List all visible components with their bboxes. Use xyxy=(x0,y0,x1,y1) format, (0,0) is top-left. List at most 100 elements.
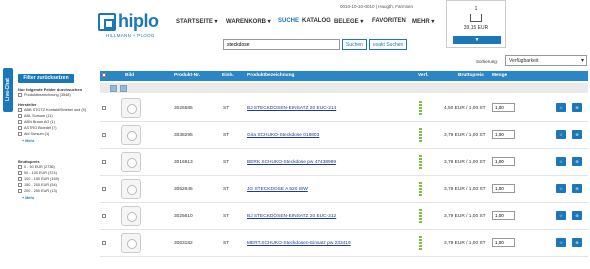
favorite-button[interactable]: ☆ xyxy=(556,157,566,166)
add-to-cart-button[interactable]: ⊕ xyxy=(572,130,582,139)
filter-preis-item[interactable]: 100 - 150 EUR (165) xyxy=(18,177,59,181)
quantity-input[interactable] xyxy=(492,130,515,139)
product-thumbnail[interactable] xyxy=(121,233,141,253)
checkbox[interactable] xyxy=(18,165,22,169)
exact-search-button[interactable]: exakt Suchen xyxy=(369,39,408,50)
checkbox[interactable] xyxy=(18,126,22,130)
product-number: 3052645 xyxy=(174,187,193,192)
checkbox[interactable] xyxy=(18,189,22,193)
product-link[interactable]: BJ STECKDOSEN-EINSATZ 20 EUC-212 xyxy=(247,214,336,219)
live-chat-tab[interactable]: Live-Chat xyxy=(3,68,13,112)
col-bruttopreis[interactable]: Bruttopreis xyxy=(458,73,484,78)
quantity-input[interactable] xyxy=(492,157,515,166)
hersteller-more-link[interactable]: + Mehr xyxy=(22,139,34,143)
row-checkbox[interactable] xyxy=(102,133,106,137)
nav-belege[interactable]: BELEGE ▾ xyxy=(334,18,363,25)
table-row: 3052645 ST JG STECKDOSE A 520 WW 3,79 EU… xyxy=(100,176,588,203)
row-checkbox[interactable] xyxy=(102,241,106,245)
row-checkbox[interactable] xyxy=(102,106,106,110)
quantity-input[interactable] xyxy=(492,211,515,220)
row-checkbox[interactable] xyxy=(102,214,106,218)
favorite-button[interactable]: ☆ xyxy=(556,238,566,247)
add-to-cart-button[interactable]: ⊕ xyxy=(572,184,582,193)
product-price: 3,79 EUR / 1,00 ST xyxy=(444,214,486,219)
filter-hersteller-item[interactable]: Abl Sursum (1) xyxy=(18,132,49,136)
favorite-button[interactable]: ☆ xyxy=(556,211,566,220)
arrow-left-icon[interactable] xyxy=(110,85,117,92)
product-thumbnail[interactable] xyxy=(121,179,141,199)
product-unit: ST xyxy=(223,241,230,246)
product-price: 3,79 EUR / 1,00 ST xyxy=(444,160,486,165)
preis-more-link[interactable]: + Mehr xyxy=(22,196,34,200)
checkbox[interactable] xyxy=(18,120,22,124)
product-thumbnail[interactable] xyxy=(121,206,141,226)
quantity-input[interactable] xyxy=(492,238,515,247)
availability-icon xyxy=(419,182,422,196)
checkbox[interactable] xyxy=(18,93,22,97)
product-link[interactable]: JG STECKDOSE A 520 WW xyxy=(247,187,308,192)
select-all-checkbox[interactable] xyxy=(102,73,106,77)
filter-preis-item[interactable]: 150 - 200 EUR (54) xyxy=(18,183,57,187)
nav-favoriten[interactable]: FAVORITEN xyxy=(372,18,406,24)
search-button[interactable]: Suchen xyxy=(342,39,367,50)
quantity-input[interactable] xyxy=(492,184,515,193)
nav-warenkorb[interactable]: WARENKORB ▾ xyxy=(226,18,271,25)
product-unit: ST xyxy=(223,160,230,165)
nav-mehr[interactable]: MEHR ▾ xyxy=(412,18,434,25)
checkbox[interactable] xyxy=(18,114,22,118)
nav-katalog[interactable]: KATALOG xyxy=(302,18,331,24)
brand-logo[interactable]: hiplo xyxy=(118,11,159,32)
add-to-cart-button[interactable]: ⊕ xyxy=(572,238,582,247)
nav-startseite[interactable]: STARTSEITE ▾ xyxy=(176,18,218,25)
filter-preis-item[interactable]: 0 - 50 EUR (2736) xyxy=(18,165,55,169)
favorite-button[interactable]: ☆ xyxy=(556,103,566,112)
add-to-cart-button[interactable]: ⊕ xyxy=(572,157,582,166)
cart-dropdown-button[interactable]: ▼ xyxy=(453,36,501,44)
col-verfuegbarkeit[interactable]: Verf. xyxy=(418,73,428,78)
add-to-cart-icon[interactable] xyxy=(120,85,127,92)
product-link[interactable]: Gira SCHUKO-Steckdose 018803 xyxy=(247,133,319,138)
availability-icon xyxy=(419,101,422,115)
search-input[interactable] xyxy=(223,39,340,50)
filter-hersteller-title: Hersteller xyxy=(18,102,37,107)
availability-icon xyxy=(419,209,422,223)
product-link[interactable]: MERT.SCHUKO-Steckdosen-Einsatz pw 233419 xyxy=(247,241,351,246)
filter-hersteller-item[interactable]: ABL Sursum (11) xyxy=(18,114,53,118)
col-produkt-nr[interactable]: Produkt-Nr. xyxy=(174,73,200,78)
favorite-button[interactable]: ☆ xyxy=(556,184,566,193)
product-thumbnail[interactable] xyxy=(121,152,141,172)
product-price: 4,50 EUR / 1,00 ST xyxy=(444,106,486,111)
favorite-button[interactable]: ☆ xyxy=(556,130,566,139)
filter-hersteller-item[interactable]: ABN Braun AG (1) xyxy=(18,120,55,124)
quantity-input[interactable] xyxy=(492,103,515,112)
add-to-cart-button[interactable]: ⊕ xyxy=(572,103,582,112)
row-checkbox[interactable] xyxy=(102,160,106,164)
filter-preis-item[interactable]: 200 - 250 EUR (13) xyxy=(18,189,57,193)
product-thumbnail[interactable] xyxy=(121,125,141,145)
row-checkbox[interactable] xyxy=(102,187,106,191)
checkbox[interactable] xyxy=(18,132,22,136)
filter-reset-button[interactable]: Filter zurücksetzen xyxy=(18,74,74,83)
add-to-cart-button[interactable]: ⊕ xyxy=(572,211,582,220)
filter-hersteller-item[interactable]: ABB STOTZ Kontakt/Striebel und (5) xyxy=(18,108,86,112)
product-thumbnail[interactable] xyxy=(121,98,141,118)
checkbox[interactable] xyxy=(18,171,22,175)
sort-select[interactable]: Verfügbarkeit xyxy=(505,55,587,66)
checkbox[interactable] xyxy=(18,183,22,187)
checkbox[interactable] xyxy=(18,108,22,112)
col-einheit[interactable]: Einh. xyxy=(222,73,234,78)
col-produktbezeichnung[interactable]: Produktbezeichnung xyxy=(247,73,294,78)
nav-suche[interactable]: SUCHE xyxy=(278,18,299,24)
product-link[interactable]: BJ STECKDOSEN-EINSATZ 20 EUC-214 xyxy=(247,106,336,111)
filter-hersteller-item[interactable]: ASTRO Bloedel (7) xyxy=(18,126,57,130)
filter-preis-item[interactable]: 50 - 100 EUR (374) xyxy=(18,171,57,175)
product-link[interactable]: BERK SCHUKO-Steckdose pw 47438989 xyxy=(247,160,336,165)
product-price: 3,79 EUR / 1,00 ST xyxy=(444,187,486,192)
brand-logo-icon[interactable] xyxy=(98,13,116,31)
product-number: 3025610 xyxy=(174,214,193,219)
table-row: 3025585 ST BJ STECKDOSEN-EINSATZ 20 EUC-… xyxy=(100,95,588,122)
checkbox[interactable] xyxy=(18,177,22,181)
mini-cart[interactable]: 1 39,15 EUR ▼ xyxy=(446,0,506,48)
filter-field-item[interactable]: Produktbezeichnung (3548) xyxy=(18,93,71,97)
cart-icon xyxy=(470,14,482,22)
